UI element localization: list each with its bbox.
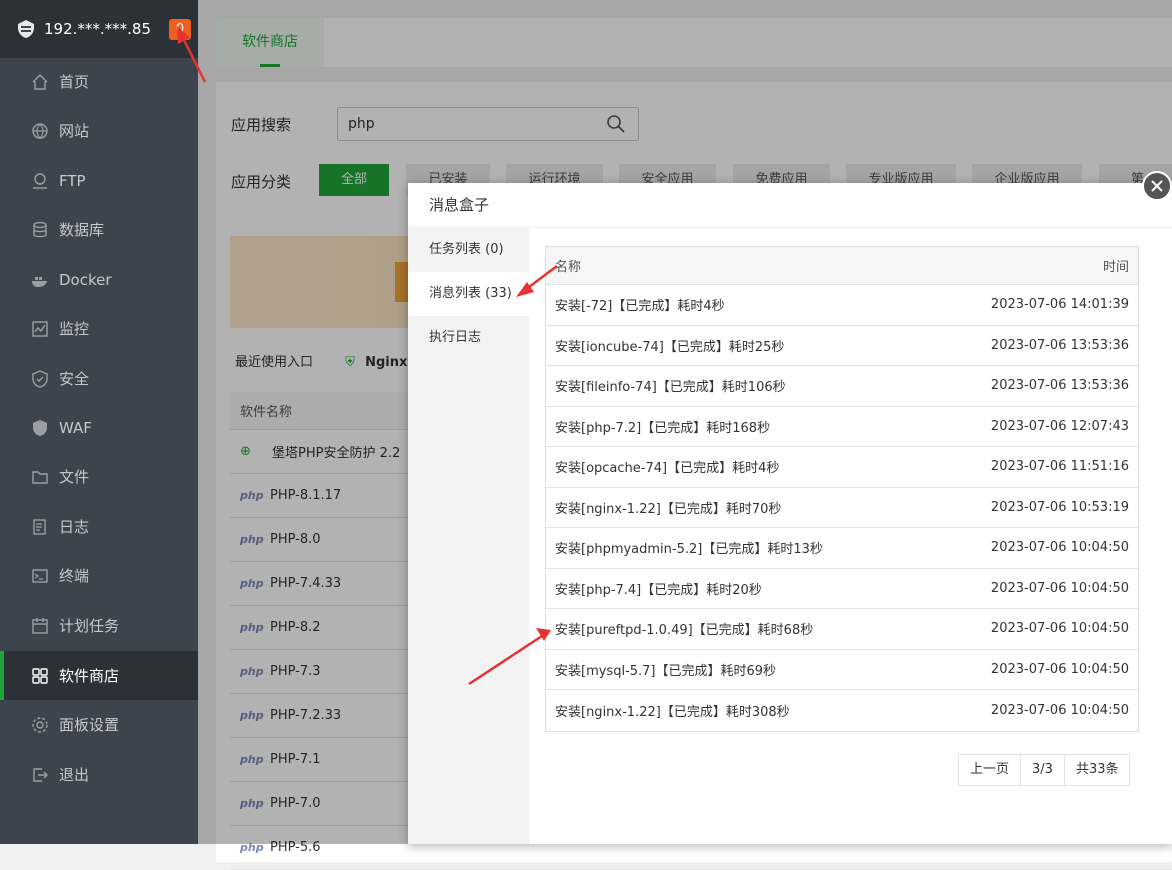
arrow-to-badge [177,26,207,83]
annotation-arrows [177,26,558,686]
arrow-to-pureftpd-row [468,628,551,686]
arrow-to-message-list [516,265,558,297]
